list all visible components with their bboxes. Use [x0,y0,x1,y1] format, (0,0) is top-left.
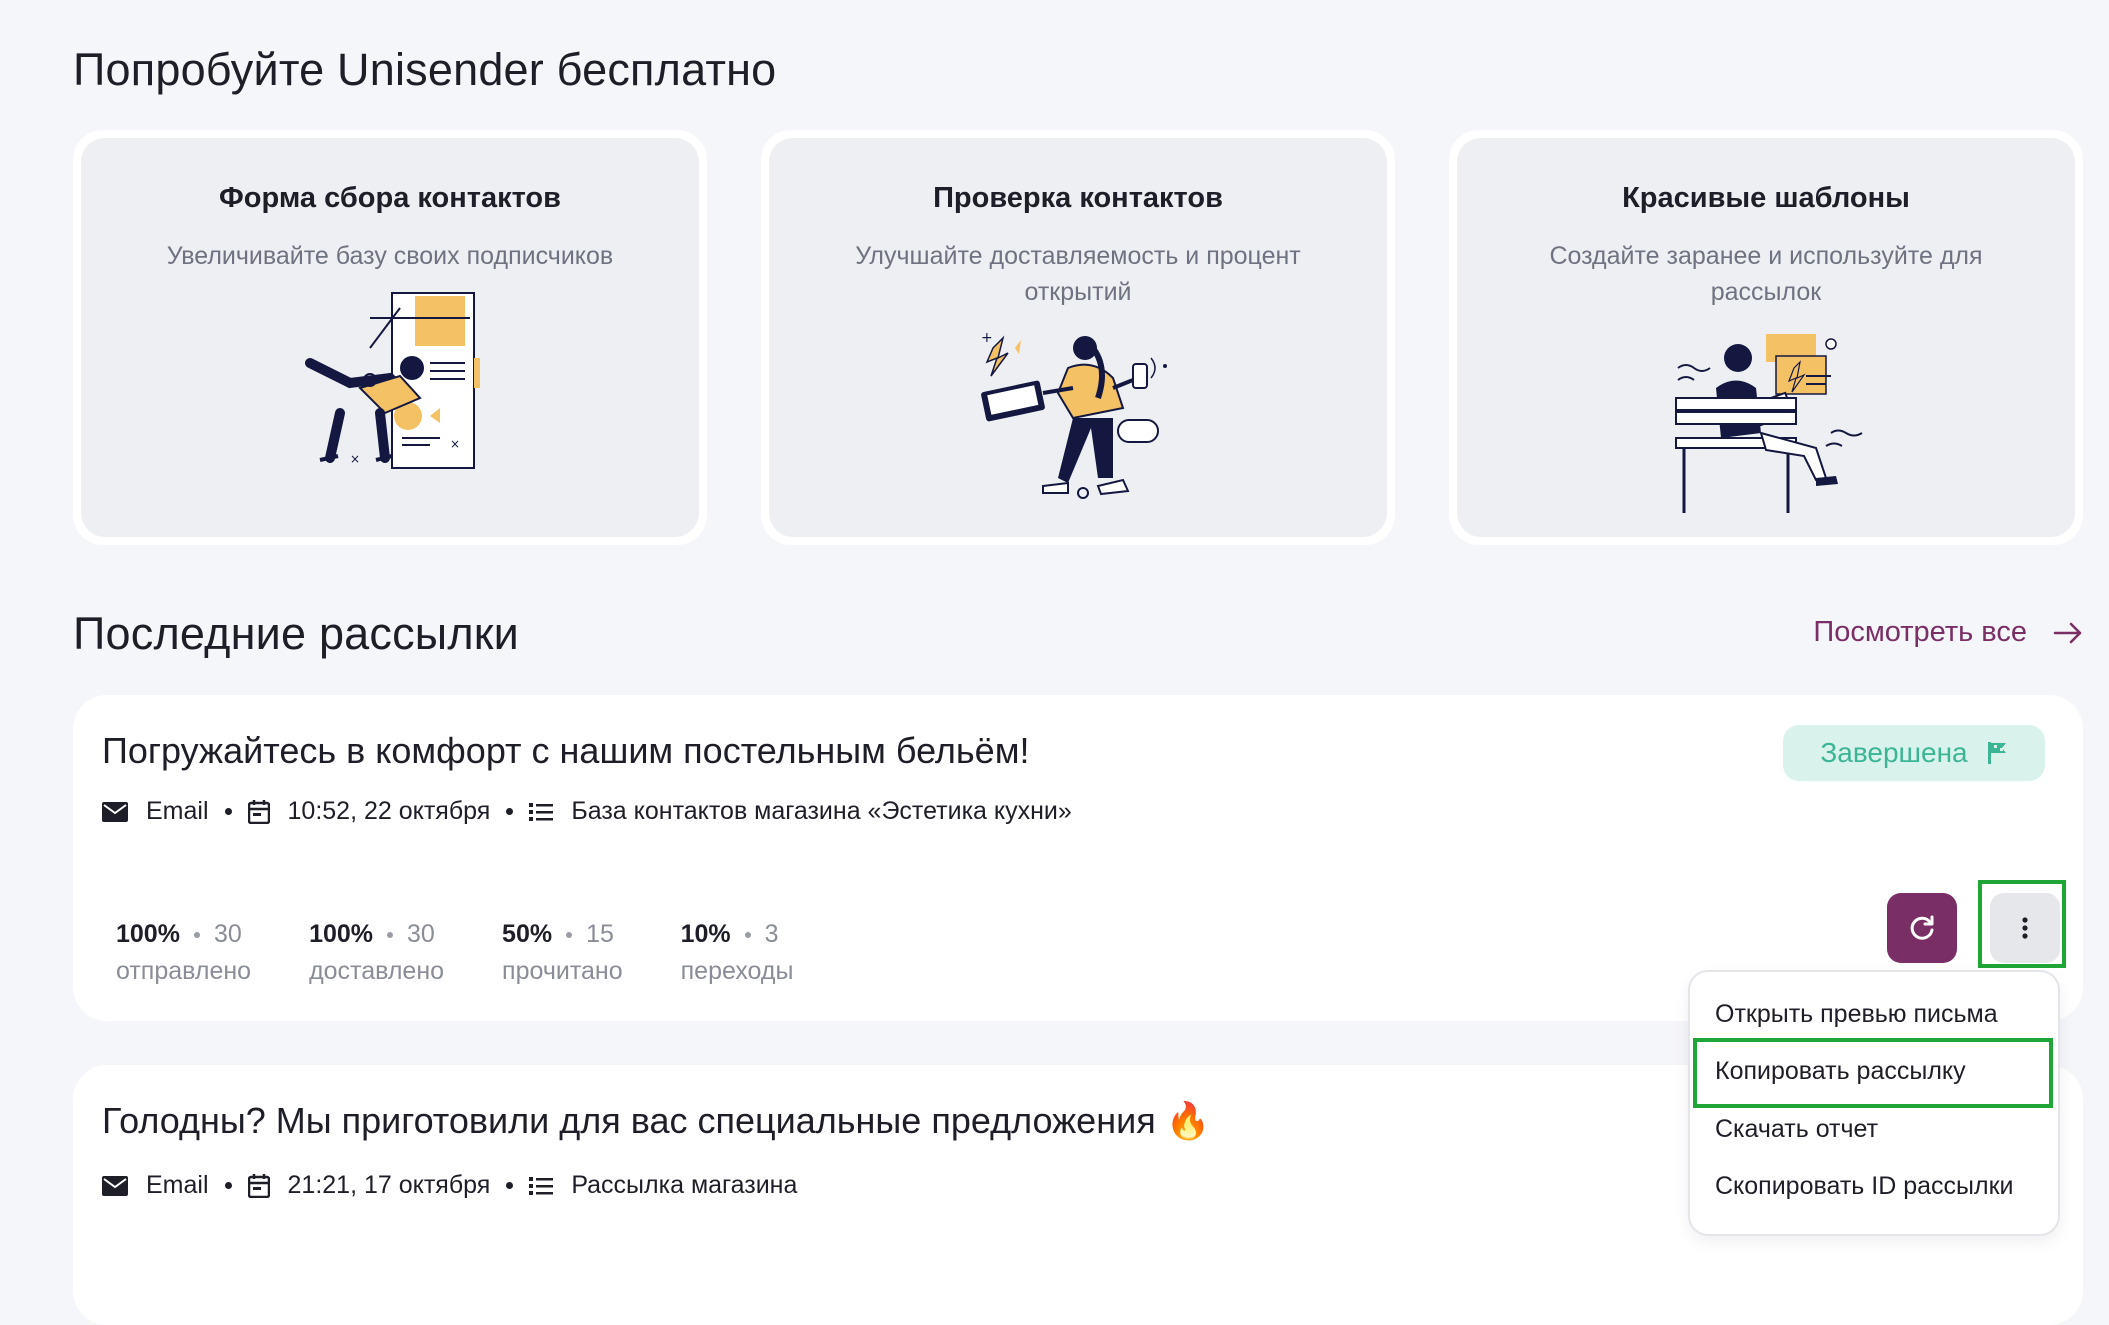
stat-count: 15 [586,920,614,948]
more-options-button[interactable] [1990,893,2060,963]
envelope-icon [102,801,128,822]
refresh-button[interactable] [1887,893,1957,963]
stat-count: 30 [407,920,435,948]
calendar-icon [247,799,270,824]
card-contact-check-inner: Проверка контактов Улучшайте доставляемо… [769,138,1387,537]
menu-item-copy-campaign[interactable]: Копировать рассылку [1715,1057,1966,1086]
card-contact-form[interactable]: Форма сбора контактов Увеличивайте базу … [73,130,707,545]
card-description: Улучшайте доставляемость и процент откры… [855,242,1301,306]
stat-label: отправлено [116,957,252,985]
stat-label: доставлено [309,957,445,985]
card-contact-form-inner: Форма сбора контактов Увеличивайте базу … [81,138,699,537]
list-icon [529,802,554,822]
menu-item-copy-id[interactable]: Скопировать ID рассылки [1715,1172,2013,1201]
campaign-actions-menu: Открыть превью письма Копировать рассылк… [1690,972,2058,1234]
campaign-meta: Email 21:21, 17 октября Рассылка магазин… [102,1171,797,1200]
card-contact-check[interactable]: Проверка контактов Улучшайте доставляемо… [761,130,1395,545]
arrow-right-icon [2053,622,2082,643]
flag-icon [1987,742,2006,764]
vertical-dots-icon [2022,917,2028,939]
calendar-icon [247,1173,270,1198]
stat-label: переходы [680,957,794,985]
stat-separator [744,931,751,938]
card-description: Создайте заранее и используйте для рассы… [1549,242,1983,306]
svg-text:×: × [450,437,460,451]
stat-delivered: 100% 30 доставлено [309,920,444,986]
try-section-title: Попробуйте Unisender бесплатно [73,44,777,95]
stat-percent: 10% [680,920,731,948]
status-label: Завершена [1820,737,1968,768]
stat-label: прочитано [502,957,623,985]
list-icon [529,1176,554,1196]
meta-separator [506,808,514,815]
campaign-meta: Email 10:52, 22 октября База контактов м… [102,797,1072,826]
stat-count: 30 [213,920,242,948]
stat-percent: 100% [116,920,180,948]
stat-percent: 100% [309,920,374,948]
refresh-icon [1910,915,1934,940]
templates-illustration [1675,334,1863,513]
menu-item-download-report[interactable]: Скачать отчет [1715,1115,1878,1144]
campaign-stats: 100% 30 отправлено 100% 30 доставлено 50% 1… [116,920,851,986]
stat-separator [193,931,200,938]
campaign-list: Рассылка магазина [571,1171,798,1199]
latest-section-title: Последние рассылки [73,608,520,659]
view-all-label: Посмотреть все [1813,616,2027,648]
card-title: Красивые шаблоны [1622,182,1910,214]
feature-cards: Форма сбора контактов Увеличивайте базу … [73,130,2083,545]
meta-separator [224,1182,232,1189]
card-templates-inner: Красивые шаблоны Создайте заранее и испо… [1457,138,2075,537]
campaign-channel: Email [146,1171,209,1199]
campaign-datetime: 10:52, 22 октября [287,797,491,825]
stat-count: 3 [764,920,779,948]
campaign-title: Голодны? Мы приготовили для вас специаль… [102,1100,1211,1141]
card-title: Проверка контактов [933,182,1223,214]
envelope-icon [102,1175,128,1196]
card-templates[interactable]: Красивые шаблоны Создайте заранее и испо… [1449,130,2083,545]
contact-form-illustration: × × [305,292,480,469]
meta-separator [506,1182,514,1189]
view-all-link[interactable]: Посмотреть все [1813,616,2083,649]
card-title: Форма сбора контактов [219,182,561,214]
campaign-list: База контактов магазина «Эстетика кухни» [571,797,1072,825]
svg-text:+: + [981,330,993,346]
meta-separator [224,808,232,815]
contact-check-illustration: + [981,330,1167,499]
svg-text:×: × [350,452,360,466]
stat-clicks: 10% 3 переходы [681,920,794,986]
menu-item-preview[interactable]: Открыть превью письма [1715,1000,1998,1029]
stat-separator [566,931,573,938]
stat-percent: 50% [502,920,553,948]
campaign-channel: Email [146,797,209,825]
status-badge: Завершена [1783,725,2045,781]
card-description: Увеличивайте базу своих подписчиков [166,242,614,270]
stat-separator [387,931,394,938]
campaign-title: Погружайтесь в комфорт с нашим постельны… [102,730,1030,771]
campaign-datetime: 21:21, 17 октября [287,1171,491,1199]
stat-sent: 100% 30 отправлено [116,920,251,986]
stat-read: 50% 15 прочитано [502,920,623,986]
